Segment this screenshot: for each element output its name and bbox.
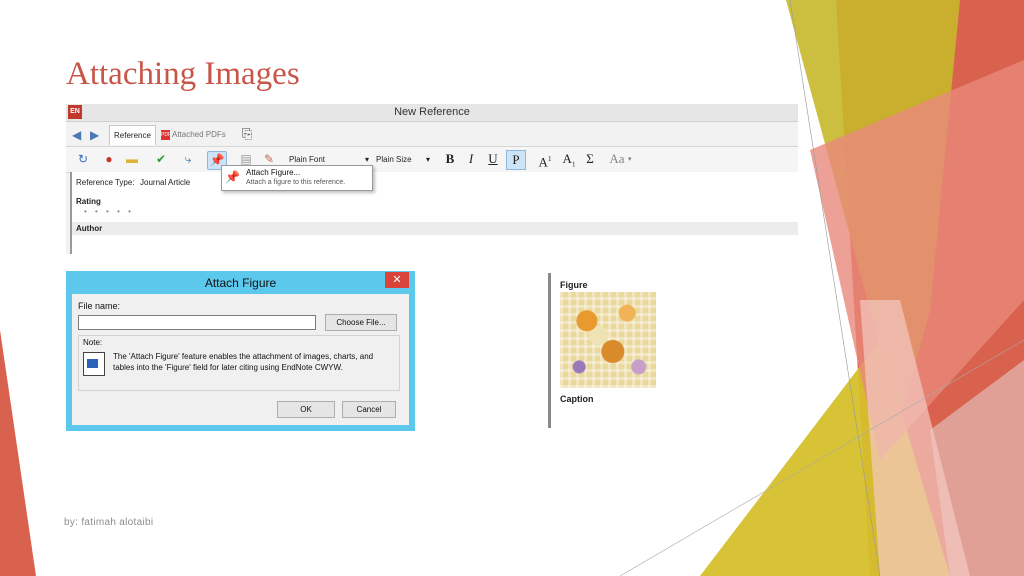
size-select[interactable]: Plain Size ▾ [376,152,430,167]
globe-icon[interactable]: ● [100,151,118,168]
reference-form: Reference Type: Journal Article Rating •… [70,172,798,254]
figure-field-panel: Figure Caption [548,273,663,428]
endnote-window: EN New Reference ◀ ▶ Reference PDFAttach… [66,104,798,254]
reference-tabs-bar: ◀ ▶ Reference PDFAttached PDFs ⎘ [66,122,798,147]
dialog-body: File name: Choose File... Note: The 'Att… [72,294,409,425]
note-box: Note: The 'Attach Figure' feature enable… [78,335,400,391]
attach-figure-dialog: Attach Figure ✕ File name: Choose File..… [66,271,415,431]
figure-file-icon [83,352,105,376]
superscript-letter: A [538,154,548,170]
arrow-left-icon[interactable]: ◀ [72,128,81,142]
refresh-icon[interactable]: ↻ [74,151,92,168]
author-label: Author [76,224,103,233]
choose-file-button[interactable]: Choose File... [325,314,397,331]
subscript-mark: 1 [571,160,576,169]
pdf-icon: PDF [161,129,171,140]
reference-toolbar: ↻ ● ▬ ✔ ⤷ 📌 ▤ ✎ Plain Font ▾ Plain Size ▾ … [66,147,798,173]
italic-button[interactable]: I [462,150,480,168]
superscript-mark: 1 [547,155,552,163]
pushpin-icon: 📌 [225,170,240,184]
endnote-titlebar: EN New Reference [66,104,798,122]
folder-icon[interactable]: ▬ [123,151,141,168]
chevron-down-icon[interactable]: ▾ [628,155,632,163]
attach-figure-tooltip: 📌 Attach Figure... Attach a figure to th… [221,165,373,191]
rating-stars[interactable]: • • • • • [84,207,134,216]
bold-button[interactable]: B [441,150,459,168]
chevron-down-icon: ▾ [425,155,430,164]
tab-reference-label: Reference [114,131,151,140]
change-case-button[interactable]: Aa [604,150,630,168]
caption-label: Caption [560,394,594,404]
dialog-title: Attach Figure [204,276,277,290]
tab-attached-pdfs-label: Attached PDFs [172,130,226,139]
tooltip-title: Attach Figure... [246,168,301,177]
tab-reference[interactable]: Reference [109,125,156,145]
plain-text-button[interactable]: P [506,150,526,170]
footer-author: by: fatimah alotaibi [64,517,154,528]
close-icon[interactable]: ✕ [385,272,409,288]
window-title: New Reference [394,106,470,118]
attached-figure-image[interactable] [560,292,656,388]
subscript-button[interactable]: A1 [560,150,578,169]
tab-attached-pdfs[interactable]: PDFAttached PDFs [157,125,230,144]
paperclip-icon[interactable]: ⎘ [242,126,252,142]
file-name-label: File name: [78,301,121,311]
author-field-header[interactable]: Author [72,222,798,235]
size-select-value: Plain Size [376,155,412,164]
tooltip-description: Attach a figure to this reference. [246,179,346,186]
link-icon[interactable]: ⤷ [179,151,197,168]
subscript-letter: A [562,151,572,166]
checkmark-icon[interactable]: ✔ [152,151,170,168]
ok-button[interactable]: OK [277,401,335,418]
arrow-right-icon[interactable]: ▶ [90,128,99,142]
font-select-value: Plain Font [289,155,326,164]
rating-label: Rating [76,197,101,206]
superscript-button[interactable]: A1 [536,150,554,170]
figure-label: Figure [560,280,588,290]
underline-button[interactable]: U [484,150,502,168]
slide-title: Attaching Images [66,56,300,92]
file-name-input[interactable] [78,315,316,330]
reference-type-select[interactable]: Journal Article [140,178,190,187]
symbol-button[interactable]: Σ [581,150,599,168]
reference-type-label: Reference Type: [76,178,135,187]
note-text: The 'Attach Figure' feature enables the … [113,352,374,372]
note-label: Note: [83,338,103,347]
cancel-button[interactable]: Cancel [342,401,396,418]
